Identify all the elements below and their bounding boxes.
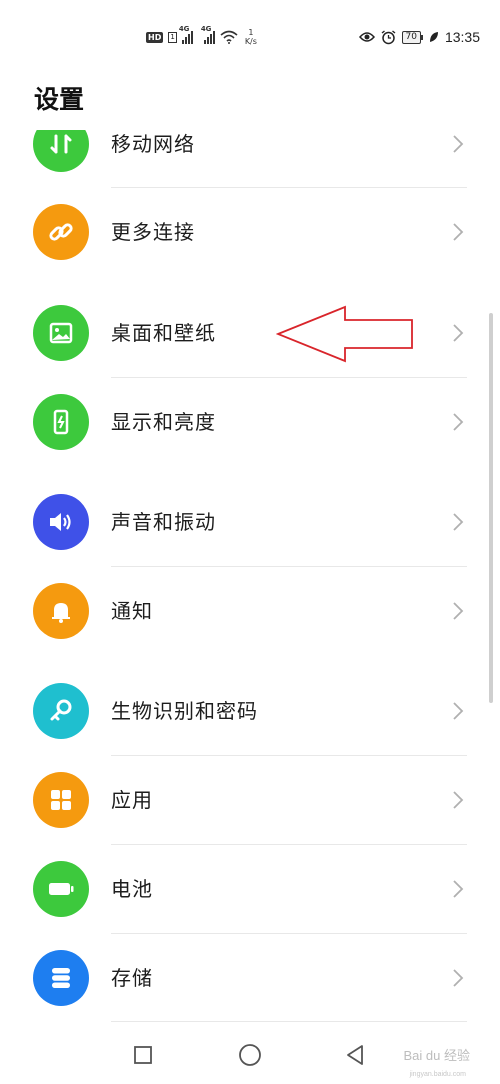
storage-icon xyxy=(33,950,89,1006)
settings-item-more-connections[interactable]: 更多连接 xyxy=(0,188,500,276)
divider xyxy=(111,1021,467,1022)
chevron-right-icon xyxy=(453,223,464,241)
settings-item-label: 存储 xyxy=(111,966,153,990)
settings-item-desktop-wallpaper[interactable]: 桌面和壁纸 xyxy=(0,289,500,377)
settings-item-label: 显示和亮度 xyxy=(111,410,216,434)
scrollbar[interactable] xyxy=(489,313,493,703)
status-left: HD 1 4G 4G 1 K/s xyxy=(146,25,257,48)
key-icon xyxy=(33,683,89,739)
settings-item-label: 更多连接 xyxy=(111,220,195,244)
settings-item-label: 应用 xyxy=(111,788,153,812)
speaker-icon xyxy=(33,494,89,550)
link-icon xyxy=(33,204,89,260)
settings-item-label: 通知 xyxy=(111,599,153,623)
chevron-right-icon xyxy=(453,791,464,809)
triangle-back-icon[interactable] xyxy=(342,1042,368,1068)
hd-badge: HD xyxy=(146,31,164,43)
signal-icon-2: 4G xyxy=(201,25,215,44)
circle-home-icon[interactable] xyxy=(237,1042,263,1068)
network-speed: 1 K/s xyxy=(244,28,257,46)
watermark-sub: jingyan.baidu.com xyxy=(409,1071,466,1078)
settings-item-label: 声音和振动 xyxy=(111,510,216,534)
annotation-arrow xyxy=(276,305,413,363)
settings-item-label: 电池 xyxy=(111,877,153,901)
wifi-icon xyxy=(220,30,238,44)
chevron-right-icon xyxy=(453,880,464,898)
alarm-icon xyxy=(381,29,395,44)
clock: 13:35 xyxy=(444,29,480,45)
chevron-right-icon xyxy=(453,324,464,342)
settings-item-biometrics-password[interactable]: 生物识别和密码 xyxy=(0,667,500,755)
battery-level: 70 xyxy=(401,30,424,44)
apps-grid-icon xyxy=(33,772,89,828)
mobile-network-icon xyxy=(33,130,89,172)
settings-item-storage[interactable]: 存储 xyxy=(0,934,500,1022)
phone-brightness-icon xyxy=(33,394,89,450)
watermark: Bai du 经验 xyxy=(403,1048,470,1063)
chevron-right-icon xyxy=(453,135,464,153)
status-right: 70 13:35 xyxy=(358,27,480,47)
settings-item-label: 桌面和壁纸 xyxy=(111,321,216,345)
square-recent-icon[interactable] xyxy=(130,1042,156,1068)
eye-icon xyxy=(358,32,375,42)
chevron-right-icon xyxy=(453,602,464,620)
status-bar: HD 1 4G 4G 1 K/s 70 13:35 xyxy=(0,0,500,70)
bell-icon xyxy=(33,583,89,639)
settings-item-notifications[interactable]: 通知 xyxy=(0,567,500,655)
page-title: 设置 xyxy=(34,85,85,114)
battery-icon xyxy=(33,861,89,917)
signal-icon: 4G xyxy=(179,25,193,44)
navigation-bar: Bai du 经验 jingyan.baidu.com xyxy=(0,1030,500,1084)
settings-item-apps[interactable]: 应用 xyxy=(0,756,500,844)
settings-item-label: 移动网络 xyxy=(111,132,195,156)
chevron-right-icon xyxy=(453,413,464,431)
sim-badge: 1 xyxy=(168,31,177,43)
settings-item-sound-vibration[interactable]: 声音和振动 xyxy=(0,478,500,566)
chevron-right-icon xyxy=(453,513,464,531)
settings-item-display-brightness[interactable]: 显示和亮度 xyxy=(0,378,500,466)
settings-item-label: 生物识别和密码 xyxy=(111,699,258,723)
leaf-icon xyxy=(429,32,438,42)
chevron-right-icon xyxy=(453,969,464,987)
settings-item-battery[interactable]: 电池 xyxy=(0,845,500,933)
chevron-right-icon xyxy=(453,702,464,720)
image-icon xyxy=(33,305,89,361)
